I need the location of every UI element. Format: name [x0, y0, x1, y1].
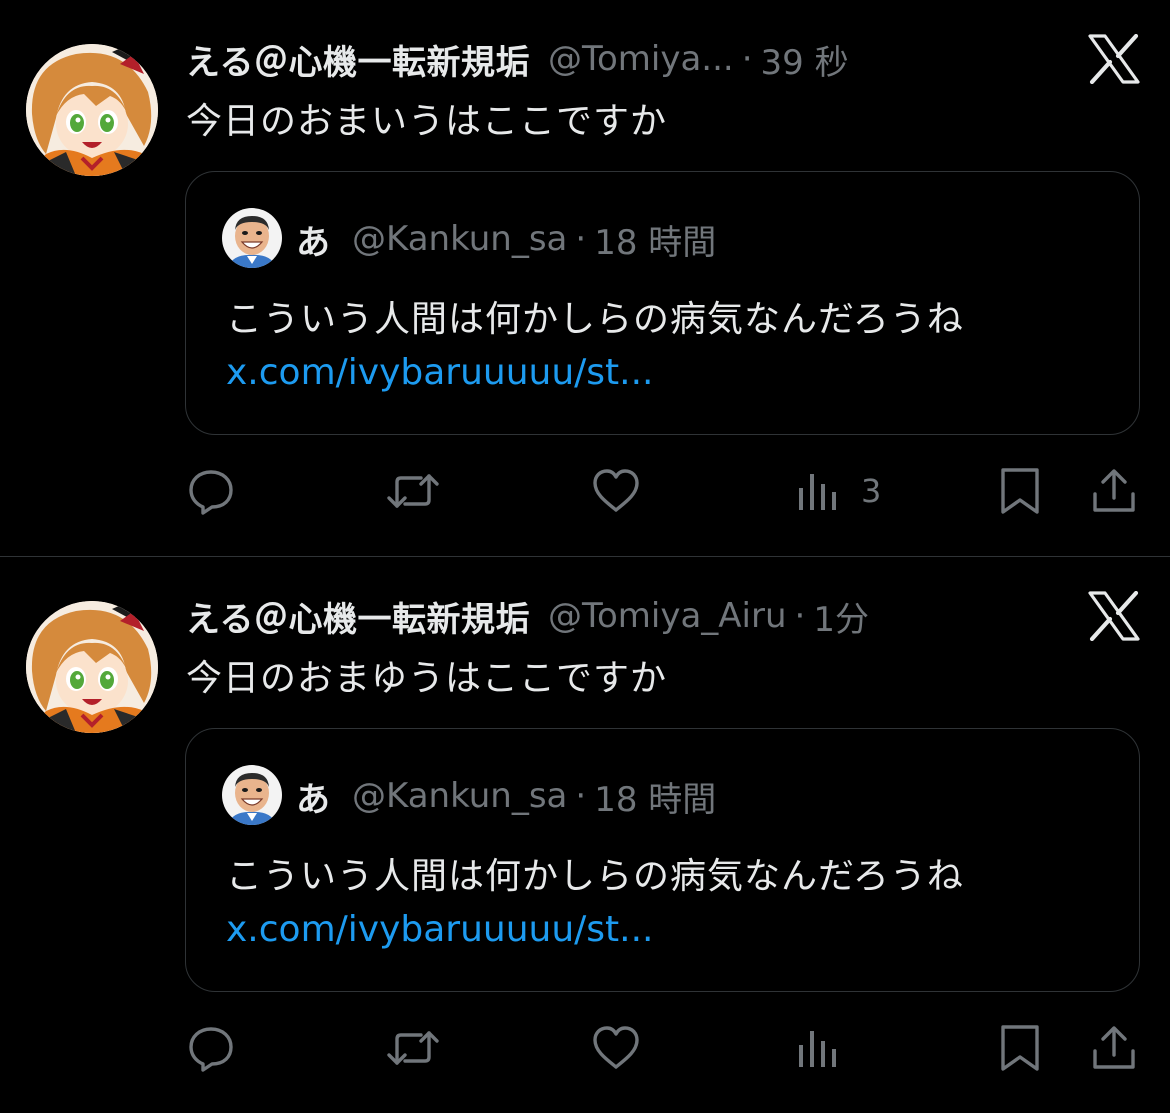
bookmark-button[interactable] [998, 1023, 1042, 1073]
quote-tweet-card[interactable]: あ @Kankun_sa · 18 時間 こういう人間は何かしらの病気なんだろう… [185, 728, 1140, 992]
author-handle[interactable]: @Tomiya_Airu [548, 596, 787, 636]
quote-tweet-card[interactable]: あ @Kankun_sa · 18 時間 こういう人間は何かしらの病気なんだろう… [185, 171, 1140, 435]
quote-header-separator: · [575, 219, 587, 259]
repost-icon [387, 1031, 439, 1065]
bookmark-icon [1001, 1025, 1039, 1071]
x-logo-icon [1088, 34, 1140, 84]
share-icon [1093, 469, 1135, 512]
quote-link[interactable]: x.com/ivybaruuuuu/st... [226, 909, 654, 950]
author-handle[interactable]: @Tomiya... [548, 39, 734, 79]
like-button[interactable] [590, 466, 642, 516]
heart-icon [593, 1026, 639, 1069]
views-button[interactable]: 3 [797, 466, 881, 516]
quote-author-name: あ [296, 222, 330, 263]
bookmark-button[interactable] [998, 466, 1042, 516]
quote-header: あ @Kankun_sa · 18 時間 [296, 773, 717, 820]
timestamp[interactable]: 39 秒 [761, 35, 849, 84]
quote-author-name: あ [296, 779, 330, 820]
share-button[interactable] [1090, 466, 1138, 516]
quote-avatar[interactable] [222, 208, 282, 268]
quote-text: こういう人間は何かしらの病気なんだろうね [226, 856, 964, 897]
quote-timestamp: 18 時間 [594, 222, 717, 263]
quote-text: こういう人間は何かしらの病気なんだろうね [226, 299, 964, 340]
timestamp[interactable]: 1分 [813, 592, 869, 641]
share-button[interactable] [1090, 1023, 1138, 1073]
tweet-header: える＠心機一転新規垢 @Tomiya_Airu · 1分 [186, 592, 869, 641]
repost-button[interactable] [385, 1023, 441, 1073]
x-logo-icon [1088, 591, 1140, 641]
avatar[interactable] [26, 44, 158, 176]
repost-icon [387, 474, 439, 508]
author-name[interactable]: える＠心機一転新規垢 [186, 592, 530, 641]
views-icon [799, 474, 836, 510]
quote-header-separator: · [575, 776, 587, 816]
bookmark-icon [1001, 468, 1039, 514]
avatar[interactable] [26, 601, 158, 733]
quote-avatar[interactable] [222, 765, 282, 825]
views-icon [799, 1031, 836, 1067]
quote-header: あ @Kankun_sa · 18 時間 [296, 216, 717, 263]
quote-timestamp: 18 時間 [594, 779, 717, 820]
quote-author-handle: @Kankun_sa [352, 776, 568, 816]
views-button[interactable] [797, 1023, 861, 1073]
tweet-text: 今日のおまいうはここですか [186, 101, 668, 142]
header-separator: · [741, 39, 753, 79]
heart-icon [593, 469, 639, 512]
like-button[interactable] [590, 1023, 642, 1073]
quote-author-handle: @Kankun_sa [352, 219, 568, 259]
quote-link[interactable]: x.com/ivybaruuuuu/st... [226, 352, 654, 393]
reply-button[interactable] [186, 1023, 236, 1073]
repost-button[interactable] [385, 466, 441, 516]
reply-button[interactable] [186, 466, 236, 516]
tweet-text: 今日のおまゆうはここですか [186, 658, 668, 699]
tweet[interactable]: える＠心機一転新規垢 @Tomiya... · 39 秒 今日のおまいうはここで… [0, 0, 1170, 556]
author-name[interactable]: える＠心機一転新規垢 [186, 35, 530, 84]
share-icon [1093, 1026, 1135, 1069]
tweet[interactable]: える＠心機一転新規垢 @Tomiya_Airu · 1分 今日のおまゆうはここで… [0, 557, 1170, 1113]
views-count: 3 [861, 472, 882, 510]
reply-icon [189, 1027, 233, 1072]
reply-icon [189, 470, 233, 515]
tweet-header: える＠心機一転新規垢 @Tomiya... · 39 秒 [186, 35, 849, 84]
header-separator: · [794, 596, 806, 636]
